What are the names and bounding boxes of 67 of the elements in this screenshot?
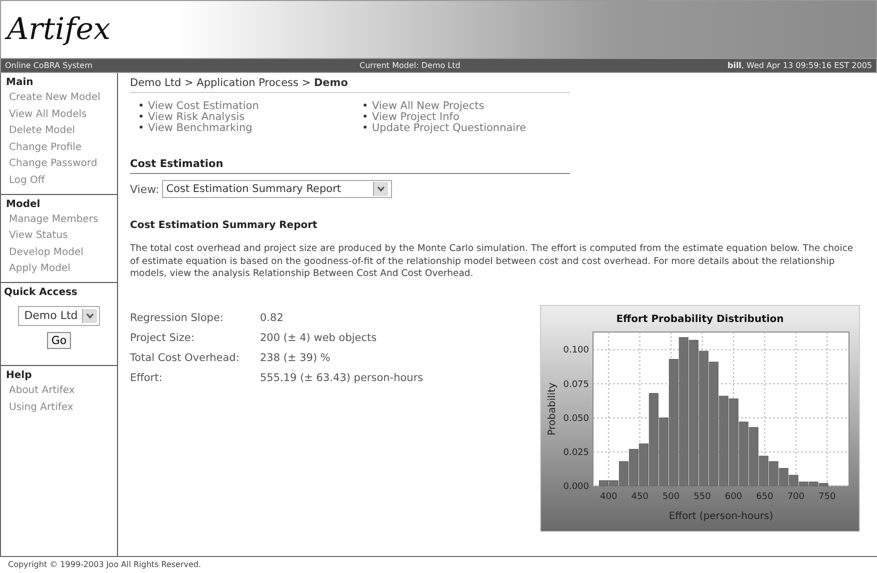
sidebar-link[interactable]: Create New Model xyxy=(1,90,117,107)
y-tick-label: 0.075 xyxy=(563,380,589,390)
histogram-bar xyxy=(738,421,748,486)
sidebar-heading: Main xyxy=(5,77,34,88)
report-description: The total cost overhead and project size are produced by the Monte Carlo simulation. The effort is computed from the estimate equation below. The choice of estimate equation is based on the goodness-of-fit of the relationship model between cost and cost overhead. For more details about the relationship models, view the analysis Relationship Between Cost And Cost Overhead. xyxy=(130,243,854,281)
x-tick-label: 700 xyxy=(787,492,805,502)
y-axis-title: Probability xyxy=(547,382,558,436)
current-model: Current Model: Demo Ltd xyxy=(360,61,460,70)
metric-value: 0.82 xyxy=(260,310,284,326)
metric-label: Effort: xyxy=(130,370,164,386)
sidebar-heading: Help xyxy=(5,370,33,381)
system-name: Online CoBRA System xyxy=(5,61,92,70)
chart-title: Effort Probability Distribution xyxy=(616,314,784,325)
x-tick-label: 500 xyxy=(662,492,680,502)
metric-label: Total Cost Overhead: xyxy=(130,350,240,366)
section-heading: Cost Estimation xyxy=(130,158,570,174)
sidebar-link[interactable]: Change Profile xyxy=(1,140,117,156)
x-tick-label: 600 xyxy=(724,492,742,502)
user-datetime: bill, Wed Apr 13 09:59:16 EST 2005 xyxy=(727,61,872,70)
sidebar-link[interactable]: About Artifex xyxy=(1,382,117,400)
logo: Artifex xyxy=(7,12,110,47)
nav-link[interactable]: Update Project Questionnaire xyxy=(372,122,526,134)
sidebar-link[interactable]: Develop Model xyxy=(1,244,117,262)
x-axis-title: Effort (person-hours) xyxy=(668,510,774,522)
bullet: • xyxy=(138,123,146,134)
view-select[interactable]: Cost Estimation Summary Report xyxy=(162,180,392,198)
report-title: Cost Estimation Summary Report xyxy=(130,220,318,231)
sidebar-link[interactable]: Log Off xyxy=(1,172,117,190)
x-tick-label: 400 xyxy=(600,492,618,502)
metric-value: 555.19 (± 63.43) person-hours xyxy=(260,370,424,386)
histogram-bar xyxy=(768,461,778,486)
nav-link[interactable]: View Project Info xyxy=(372,111,460,123)
go-button[interactable]: Go xyxy=(47,332,71,349)
sidebar-heading: Model xyxy=(5,198,42,210)
metric-value: 200 (± 4) web objects xyxy=(260,330,377,346)
nav-link[interactable]: View Risk Analysis xyxy=(148,111,245,123)
sidebar-link[interactable]: Apply Model xyxy=(1,261,117,278)
y-tick-label: 0.100 xyxy=(563,346,589,356)
view-label: View: xyxy=(130,182,160,196)
y-tick-label: 0.025 xyxy=(563,448,589,458)
sidebar-link[interactable]: Using Artifex xyxy=(1,400,117,416)
nav-link[interactable]: View Cost Estimation xyxy=(148,100,259,112)
sidebar-link[interactable]: View All Models xyxy=(1,106,117,124)
x-tick-label: 550 xyxy=(694,492,711,502)
metric-value: 238 (± 39) % xyxy=(260,350,330,366)
nav-link[interactable]: View All New Projects xyxy=(372,100,484,112)
breadcrumb: Demo Ltd > Application Process > Demo xyxy=(130,77,570,93)
bullet: • xyxy=(362,112,370,123)
sidebar-link[interactable]: Change Password xyxy=(1,156,117,173)
bullet: • xyxy=(362,101,370,112)
sidebar-link[interactable]: Manage Members xyxy=(1,212,117,228)
x-tick-label: 650 xyxy=(756,492,774,502)
copyright: Copyright © 1999-2003 Joo All Rights Reserved. xyxy=(7,559,202,571)
sidebar-link[interactable]: View Status xyxy=(1,228,117,245)
sidebar-link[interactable]: Delete Model xyxy=(1,123,117,140)
model-select[interactable]: Demo Ltd xyxy=(18,306,100,326)
nav-link[interactable]: View Benchmarking xyxy=(148,122,252,134)
x-tick-label: 450 xyxy=(631,492,648,502)
bullet: • xyxy=(138,112,146,123)
x-tick-label: 750 xyxy=(818,492,836,502)
y-tick-label: 0.050 xyxy=(563,414,589,424)
metric-label: Project Size: xyxy=(130,330,196,346)
bullet: • xyxy=(362,123,370,134)
bullet: • xyxy=(138,101,146,112)
y-tick-label: 0.000 xyxy=(563,482,589,492)
metric-label: Regression Slope: xyxy=(130,310,224,326)
sidebar-heading: Quick Access xyxy=(3,286,78,298)
